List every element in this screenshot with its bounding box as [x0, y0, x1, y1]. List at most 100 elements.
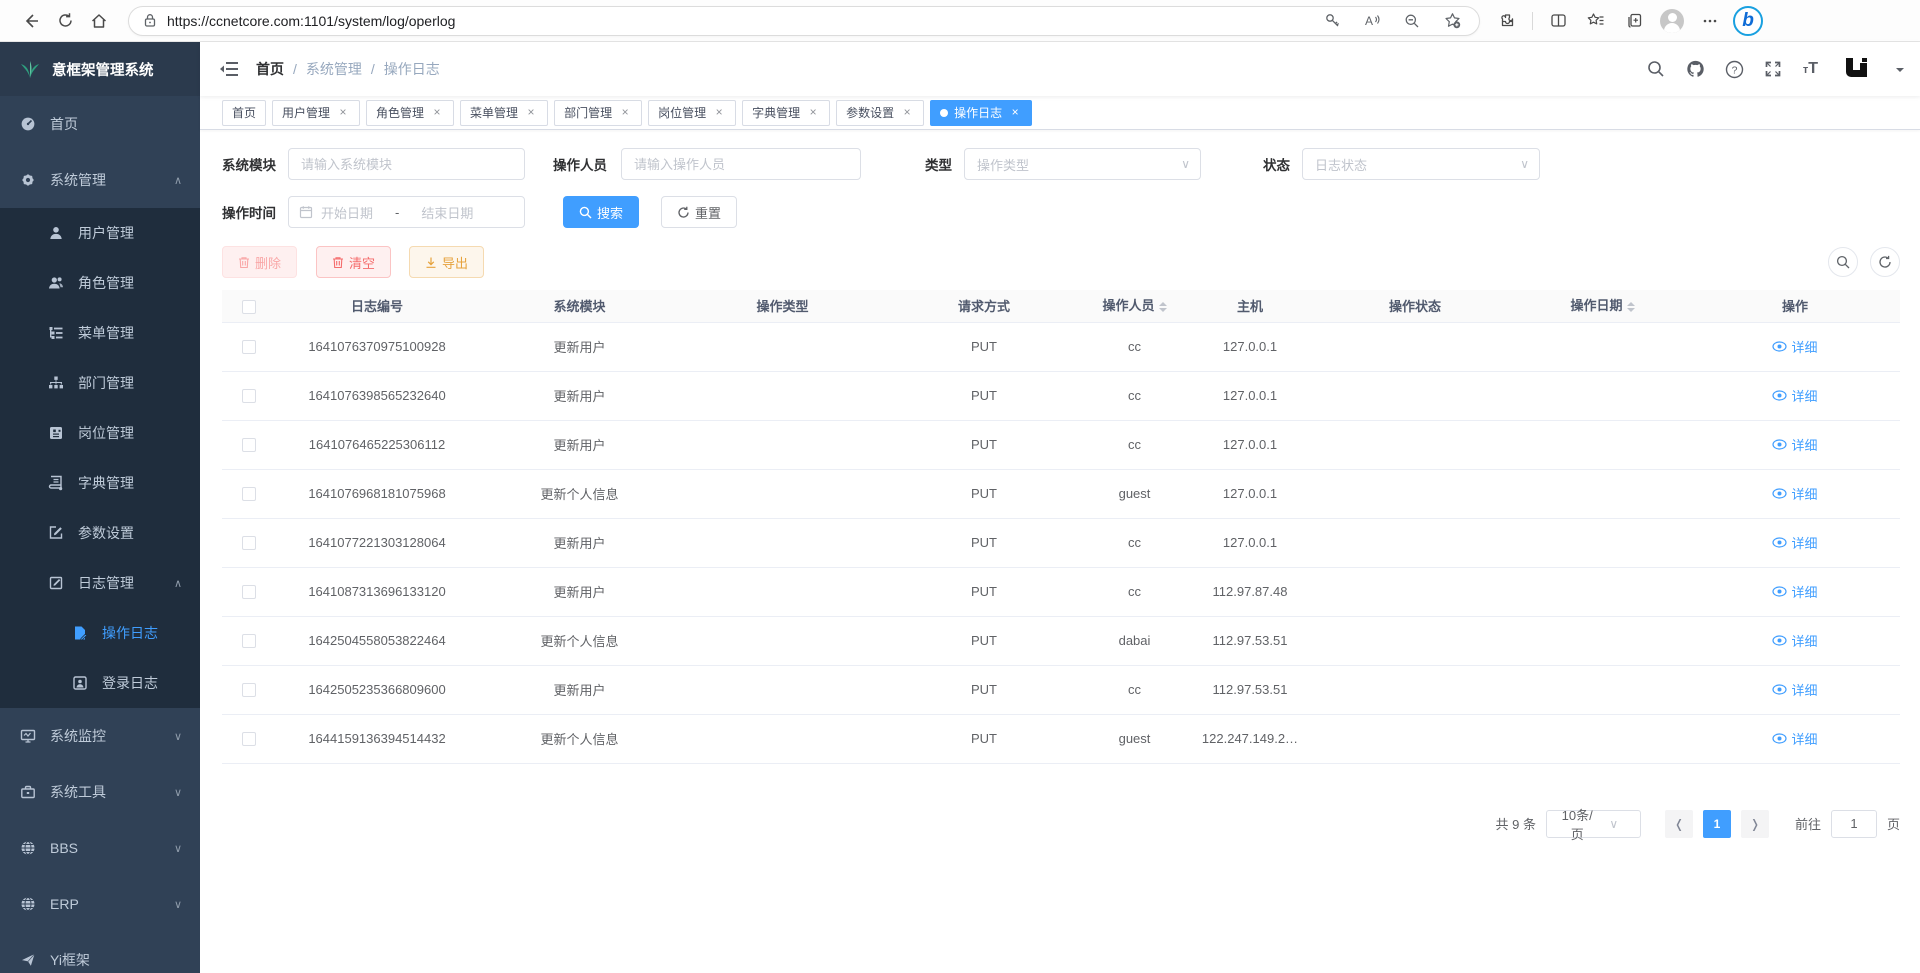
sidebar-item-posts[interactable]: 岗位管理 [0, 408, 200, 458]
sidebar-item-system[interactable]: 系统管理 ∧ [0, 152, 200, 208]
home-icon[interactable] [82, 6, 116, 36]
user-avatar[interactable] [1838, 50, 1876, 88]
favorites-bar-icon[interactable] [1579, 6, 1613, 36]
sidebar-item-erp[interactable]: ERP ∨ [0, 876, 200, 932]
close-icon[interactable]: × [524, 106, 538, 120]
row-checkbox[interactable] [242, 683, 256, 697]
bing-chat-icon[interactable]: b [1731, 6, 1765, 36]
tab-menus[interactable]: 菜单管理× [460, 100, 548, 126]
sidebar-item-menus[interactable]: 菜单管理 [0, 308, 200, 358]
back-icon[interactable] [14, 6, 48, 36]
table-search-button[interactable] [1828, 247, 1858, 277]
split-screen-icon[interactable] [1541, 6, 1575, 36]
tab-posts[interactable]: 岗位管理× [648, 100, 736, 126]
close-icon[interactable]: × [336, 106, 350, 120]
date-range-picker[interactable]: 开始日期 - 结束日期 [288, 196, 525, 228]
next-page-button[interactable]: ❭ [1741, 810, 1769, 838]
sidebar-item-operlog[interactable]: 操作日志 [0, 608, 200, 658]
sidebar-item-logs[interactable]: 日志管理 ∧ [0, 558, 200, 608]
reset-button[interactable]: 重置 [661, 196, 737, 228]
table-refresh-button[interactable] [1870, 247, 1900, 277]
sidebar-item-monitor[interactable]: 系统监控 ∨ [0, 708, 200, 764]
detail-link[interactable]: 详细 [1772, 631, 1817, 650]
extensions-icon[interactable] [1490, 6, 1524, 36]
profile-avatar[interactable] [1655, 6, 1689, 36]
row-checkbox[interactable] [242, 389, 256, 403]
detail-link[interactable]: 详细 [1772, 729, 1817, 748]
row-checkbox[interactable] [242, 536, 256, 550]
close-icon[interactable]: × [1008, 106, 1022, 120]
tab-params[interactable]: 参数设置× [836, 100, 924, 126]
prev-page-button[interactable]: ❬ [1665, 810, 1693, 838]
goto-page-input[interactable] [1831, 810, 1877, 838]
sort-icon[interactable] [1159, 298, 1167, 316]
tab-dict[interactable]: 字典管理× [742, 100, 830, 126]
search-icon[interactable] [1647, 60, 1666, 79]
detail-link[interactable]: 详细 [1772, 386, 1817, 405]
sidebar-item-loginlog[interactable]: 登录日志 [0, 658, 200, 708]
detail-link[interactable]: 详细 [1772, 337, 1817, 356]
tab-users[interactable]: 用户管理× [272, 100, 360, 126]
page-size-select[interactable]: 10条/页 ∨ [1546, 810, 1641, 838]
tab-departments[interactable]: 部门管理× [554, 100, 642, 126]
sidebar-item-bbs[interactable]: BBS ∨ [0, 820, 200, 876]
favorite-star-icon[interactable] [1435, 6, 1469, 36]
sidebar-item-home[interactable]: 首页 [0, 96, 200, 152]
tab-roles[interactable]: 角色管理× [366, 100, 454, 126]
close-icon[interactable]: × [712, 106, 726, 120]
row-checkbox[interactable] [242, 438, 256, 452]
breadcrumb-system[interactable]: 系统管理 [306, 59, 362, 79]
col-operator[interactable]: 操作人员 [1084, 290, 1185, 322]
password-key-icon[interactable] [1315, 6, 1349, 36]
url-text[interactable]: https://ccnetcore.com:1101/system/log/op… [167, 13, 1315, 29]
delete-button[interactable]: 删除 [222, 246, 297, 278]
close-icon[interactable]: × [618, 106, 632, 120]
export-button[interactable]: 导出 [409, 246, 484, 278]
row-checkbox[interactable] [242, 487, 256, 501]
clear-button[interactable]: 清空 [316, 246, 391, 278]
address-bar[interactable]: https://ccnetcore.com:1101/system/log/op… [128, 6, 1480, 36]
sidebar-item-departments[interactable]: 部门管理 [0, 358, 200, 408]
github-icon[interactable] [1686, 60, 1705, 79]
sidebar-item-users[interactable]: 用户管理 [0, 208, 200, 258]
close-icon[interactable]: × [430, 106, 444, 120]
sidebar-item-roles[interactable]: 角色管理 [0, 258, 200, 308]
detail-link[interactable]: 详细 [1772, 533, 1817, 552]
page-1-button[interactable]: 1 [1703, 810, 1731, 838]
col-date[interactable]: 操作日期 [1515, 290, 1690, 322]
row-checkbox[interactable] [242, 585, 256, 599]
font-size-icon[interactable]: тT [1803, 60, 1818, 78]
read-aloud-icon[interactable]: A [1355, 6, 1389, 36]
row-checkbox[interactable] [242, 634, 256, 648]
module-input[interactable] [288, 148, 525, 180]
sidebar-item-tools[interactable]: 系统工具 ∨ [0, 764, 200, 820]
type-select[interactable]: 操作类型 ∨ [964, 148, 1201, 180]
sidebar-item-params[interactable]: 参数设置 [0, 508, 200, 558]
collections-icon[interactable] [1617, 6, 1651, 36]
detail-link[interactable]: 详细 [1772, 680, 1817, 699]
select-all-checkbox[interactable] [242, 300, 256, 314]
settings-more-icon[interactable] [1693, 6, 1727, 36]
zoom-out-icon[interactable] [1395, 6, 1429, 36]
sidebar-toggle-icon[interactable] [218, 58, 240, 80]
close-icon[interactable]: × [806, 106, 820, 120]
detail-link[interactable]: 详细 [1772, 484, 1817, 503]
detail-link[interactable]: 详细 [1772, 582, 1817, 601]
help-icon[interactable]: ? [1725, 60, 1744, 79]
tab-operlog[interactable]: 操作日志× [930, 100, 1032, 126]
chevron-down-icon[interactable] [1896, 68, 1904, 76]
close-icon[interactable]: × [900, 106, 914, 120]
fullscreen-icon[interactable] [1764, 60, 1783, 79]
tab-home[interactable]: 首页 [222, 100, 266, 126]
status-select[interactable]: 日志状态 ∨ [1302, 148, 1540, 180]
row-checkbox[interactable] [242, 340, 256, 354]
sort-icon[interactable] [1627, 298, 1635, 316]
detail-link[interactable]: 详细 [1772, 435, 1817, 454]
breadcrumb-home[interactable]: 首页 [256, 59, 284, 79]
refresh-icon[interactable] [48, 6, 82, 36]
sidebar-item-dict[interactable]: 字典管理 [0, 458, 200, 508]
row-checkbox[interactable] [242, 732, 256, 746]
operator-input[interactable] [621, 148, 861, 180]
search-button[interactable]: 搜索 [563, 196, 639, 228]
sidebar-item-yi-framework[interactable]: Yi框架 [0, 932, 200, 973]
